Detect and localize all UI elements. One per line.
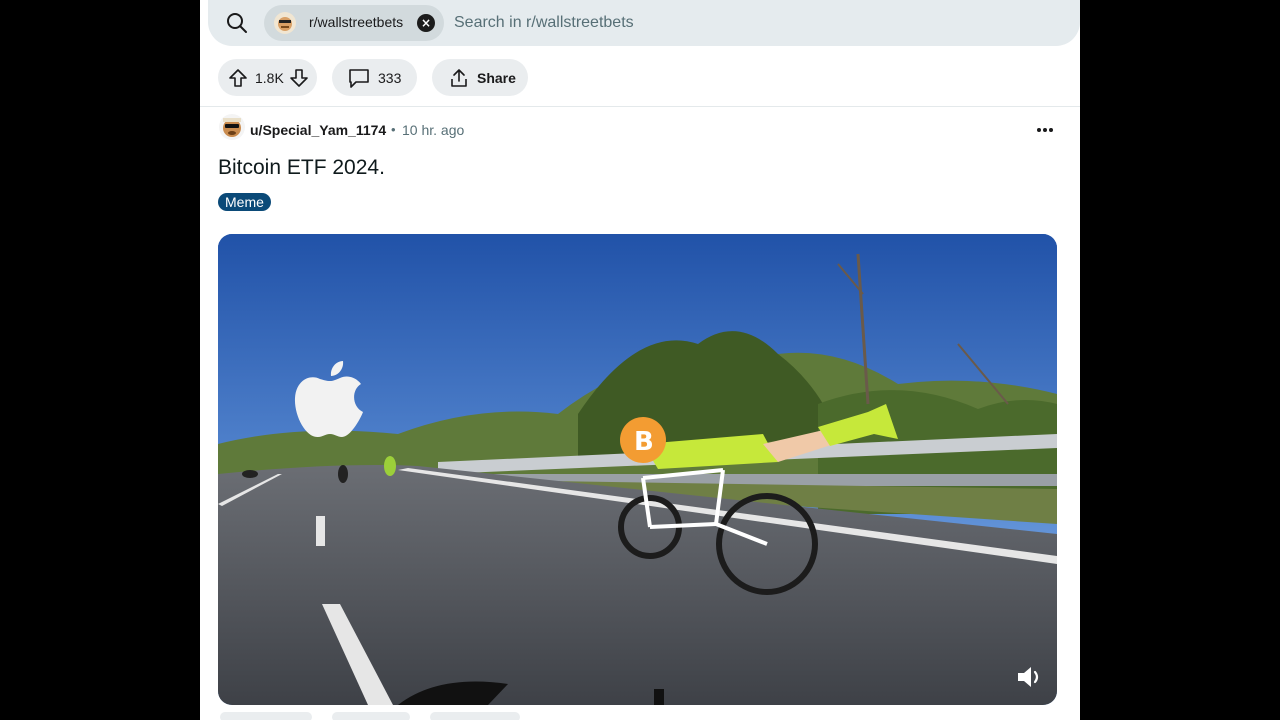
search-bar[interactable]: r/wallstreetbets × Search in r/wallstree…: [208, 0, 1080, 46]
next-comment-pill[interactable]: [332, 712, 410, 720]
meta-separator: •: [391, 122, 396, 137]
post-action-bar: 1.8K 333 Share: [200, 57, 1080, 107]
subreddit-chip[interactable]: r/wallstreetbets ×: [264, 5, 444, 41]
vote-control: 1.8K: [218, 59, 317, 96]
comments-button[interactable]: 333: [332, 59, 417, 96]
share-icon: [451, 69, 467, 87]
post-title[interactable]: Bitcoin ETF 2024.: [218, 156, 385, 180]
video-frame: B: [218, 234, 1057, 705]
subreddit-chip-label: r/wallstreetbets: [309, 14, 404, 30]
volume-icon[interactable]: [1015, 663, 1045, 691]
svg-text:B: B: [634, 427, 654, 457]
share-label: Share: [477, 70, 516, 86]
post-video[interactable]: B: [218, 234, 1057, 705]
share-button[interactable]: Share: [432, 59, 528, 96]
author-avatar[interactable]: [219, 114, 245, 140]
comment-count: 333: [378, 70, 402, 86]
post-flair[interactable]: Meme: [218, 193, 271, 211]
vote-count: 1.8K: [255, 70, 284, 86]
more-icon[interactable]: [1035, 126, 1055, 134]
next-post-action-bar: [200, 712, 1080, 720]
comment-icon: [349, 69, 369, 88]
author-link[interactable]: u/Special_Yam_1174: [250, 122, 386, 138]
next-vote-pill[interactable]: [220, 712, 312, 720]
post-timestamp: 10 hr. ago: [402, 122, 465, 138]
downvote-icon[interactable]: [289, 68, 309, 88]
upvote-icon[interactable]: [228, 68, 248, 88]
search-input[interactable]: Search in r/wallstreetbets: [454, 14, 634, 32]
close-icon[interactable]: ×: [417, 14, 435, 32]
search-icon[interactable]: [225, 11, 249, 35]
reddit-post-page: r/wallstreetbets × Search in r/wallstree…: [200, 0, 1080, 720]
next-share-pill[interactable]: [430, 712, 520, 720]
subreddit-avatar: [274, 12, 296, 34]
